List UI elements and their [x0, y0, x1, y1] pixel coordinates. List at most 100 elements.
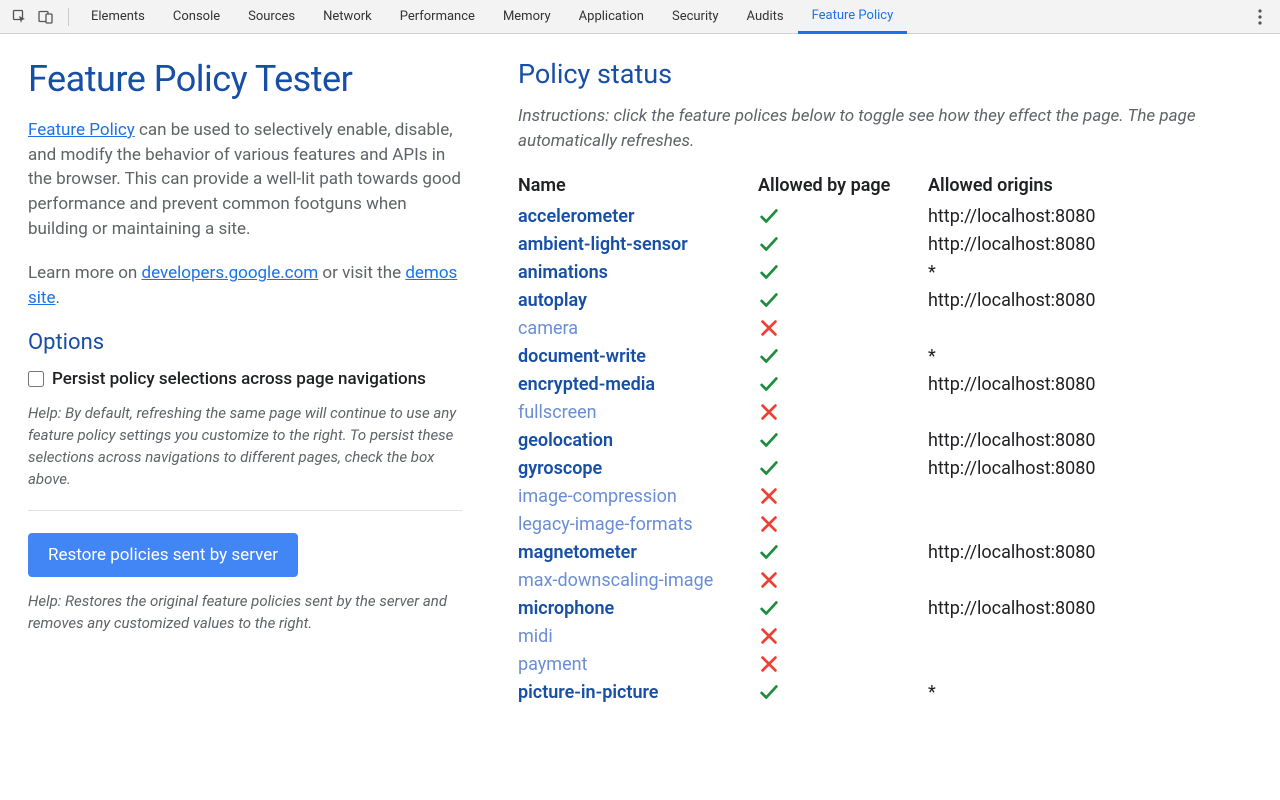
separator: [28, 510, 462, 511]
restore-help-text: Help: Restores the original feature poli…: [28, 591, 462, 635]
allowed-origins: http://localhost:8080: [928, 374, 1256, 395]
check-icon: [758, 205, 928, 227]
instructions-text: Instructions: click the feature polices …: [518, 104, 1256, 153]
cross-icon: [758, 653, 928, 675]
policy-row: magnetometer http://localhost:8080: [518, 538, 1256, 566]
cross-icon: [758, 317, 928, 339]
policy-toggle-image-compression[interactable]: image-compression: [518, 486, 677, 507]
restore-button[interactable]: Restore policies sent by server: [28, 533, 298, 577]
right-panel: Policy status Instructions: click the fe…: [490, 34, 1280, 800]
check-icon: [758, 597, 928, 619]
device-toggle-icon[interactable]: [34, 5, 58, 29]
devtools-tabs: ElementsConsoleSourcesNetworkPerformance…: [77, 0, 1248, 34]
policy-toggle-encrypted-media[interactable]: encrypted-media: [518, 374, 655, 395]
description-text: Feature Policy can be used to selectivel…: [28, 118, 462, 241]
policy-row: midi: [518, 622, 1256, 650]
left-panel: Feature Policy Tester Feature Policy can…: [0, 34, 490, 800]
policy-toggle-document-write[interactable]: document-write: [518, 346, 646, 367]
developers-link[interactable]: developers.google.com: [142, 263, 319, 283]
policy-row: animations *: [518, 258, 1256, 286]
policy-toggle-microphone[interactable]: microphone: [518, 598, 614, 619]
policy-toggle-autoplay[interactable]: autoplay: [518, 290, 587, 311]
tab-network[interactable]: Network: [309, 0, 386, 34]
policy-row: encrypted-media http://localhost:8080: [518, 370, 1256, 398]
learn-prefix: Learn more on: [28, 263, 142, 283]
policy-row: accelerometer http://localhost:8080: [518, 202, 1256, 230]
allowed-origins: *: [928, 346, 1256, 367]
allowed-origins: *: [928, 262, 1256, 283]
allowed-origins: http://localhost:8080: [928, 234, 1256, 255]
allowed-origins: http://localhost:8080: [928, 598, 1256, 619]
policy-toggle-animations[interactable]: animations: [518, 262, 608, 283]
policy-row: legacy-image-formats: [518, 510, 1256, 538]
policy-toggle-gyroscope[interactable]: gyroscope: [518, 458, 602, 479]
feature-policy-link[interactable]: Feature Policy: [28, 120, 135, 140]
policy-row: image-compression: [518, 482, 1256, 510]
inspect-icon[interactable]: [8, 5, 32, 29]
check-icon: [758, 233, 928, 255]
header-origins: Allowed origins: [928, 175, 1256, 196]
tab-elements[interactable]: Elements: [77, 0, 159, 34]
policy-toggle-accelerometer[interactable]: accelerometer: [518, 206, 634, 227]
persist-checkbox[interactable]: [28, 371, 44, 387]
tab-performance[interactable]: Performance: [386, 0, 489, 34]
policy-row: ambient-light-sensor http://localhost:808…: [518, 230, 1256, 258]
header-name: Name: [518, 175, 758, 196]
learn-suffix: .: [55, 288, 59, 308]
cross-icon: [758, 485, 928, 507]
learn-more-text: Learn more on developers.google.com or v…: [28, 261, 462, 310]
check-icon: [758, 373, 928, 395]
check-icon: [758, 541, 928, 563]
allowed-origins: http://localhost:8080: [928, 206, 1256, 227]
options-heading: Options: [28, 330, 462, 355]
policy-row: fullscreen: [518, 398, 1256, 426]
policy-row: document-write *: [518, 342, 1256, 370]
toolbar-divider: [68, 8, 69, 26]
cross-icon: [758, 569, 928, 591]
policy-toggle-legacy-image-formats[interactable]: legacy-image-formats: [518, 514, 693, 535]
policy-row: payment: [518, 650, 1256, 678]
policy-toggle-picture-in-picture[interactable]: picture-in-picture: [518, 682, 658, 703]
policy-toggle-ambient-light-sensor[interactable]: ambient-light-sensor: [518, 234, 688, 255]
tab-console[interactable]: Console: [159, 0, 234, 34]
check-icon: [758, 261, 928, 283]
policy-toggle-max-downscaling-image[interactable]: max-downscaling-image: [518, 570, 713, 591]
table-header-row: Name Allowed by page Allowed origins: [518, 175, 1256, 196]
persist-help-text: Help: By default, refreshing the same pa…: [28, 403, 462, 490]
tab-application[interactable]: Application: [565, 0, 658, 34]
tab-memory[interactable]: Memory: [489, 0, 565, 34]
header-allowed: Allowed by page: [758, 175, 928, 196]
cross-icon: [758, 513, 928, 535]
policy-row: microphone http://localhost:8080: [518, 594, 1256, 622]
policy-toggle-magnetometer[interactable]: magnetometer: [518, 542, 637, 563]
status-title: Policy status: [518, 58, 1256, 90]
check-icon: [758, 429, 928, 451]
page-title: Feature Policy Tester: [28, 58, 462, 100]
allowed-origins: http://localhost:8080: [928, 542, 1256, 563]
policy-row: max-downscaling-image: [518, 566, 1256, 594]
tab-feature-policy[interactable]: Feature Policy: [798, 0, 908, 34]
tab-sources[interactable]: Sources: [234, 0, 309, 34]
cross-icon: [758, 625, 928, 647]
policy-row: gyroscope http://localhost:8080: [518, 454, 1256, 482]
policy-toggle-geolocation[interactable]: geolocation: [518, 430, 613, 451]
policy-toggle-fullscreen[interactable]: fullscreen: [518, 402, 597, 423]
policy-toggle-payment[interactable]: payment: [518, 654, 587, 675]
policy-toggle-camera[interactable]: camera: [518, 318, 578, 339]
devtools-toolbar: ElementsConsoleSourcesNetworkPerformance…: [0, 0, 1280, 34]
policy-row: camera: [518, 314, 1256, 342]
tab-security[interactable]: Security: [658, 0, 733, 34]
check-icon: [758, 681, 928, 703]
more-menu-icon[interactable]: [1248, 9, 1272, 25]
check-icon: [758, 289, 928, 311]
allowed-origins: http://localhost:8080: [928, 458, 1256, 479]
allowed-origins: *: [928, 682, 1256, 703]
check-icon: [758, 345, 928, 367]
persist-label[interactable]: Persist policy selections across page na…: [52, 369, 426, 389]
policy-toggle-midi[interactable]: midi: [518, 626, 553, 647]
policy-row: geolocationhttp://localhost:8080: [518, 426, 1256, 454]
tab-audits[interactable]: Audits: [733, 0, 798, 34]
policy-row: autoplay http://localhost:8080: [518, 286, 1256, 314]
allowed-origins: http://localhost:8080: [928, 290, 1256, 311]
policy-row: picture-in-picture *: [518, 678, 1256, 706]
